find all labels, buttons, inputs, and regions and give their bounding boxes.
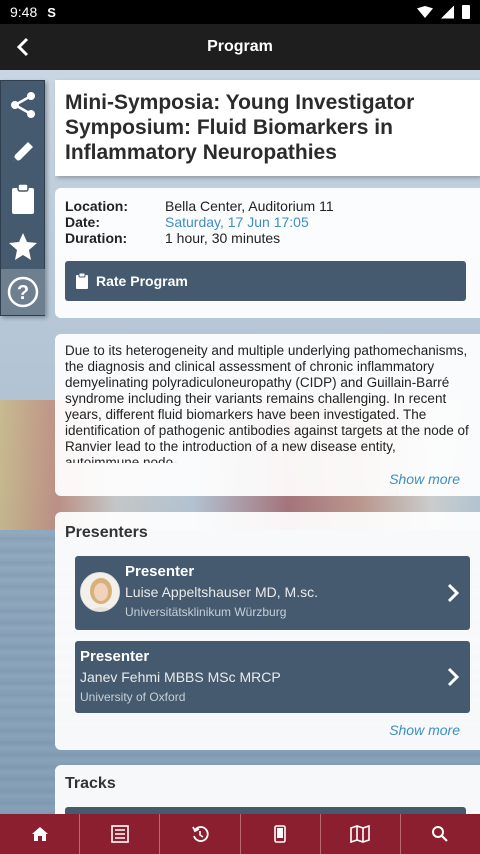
presenter-role: Presenter — [80, 648, 150, 665]
presenter-name: Janev Fehmi MBBS MSc MRCP — [80, 669, 281, 685]
app-bar: Program — [0, 24, 480, 70]
search-icon — [432, 826, 449, 842]
share-button[interactable] — [1, 81, 45, 128]
presenters-heading: Presenters — [65, 524, 148, 541]
app-notification-icon: S — [47, 4, 56, 20]
nav-home-button[interactable] — [0, 814, 81, 854]
tracks-heading: Tracks — [65, 775, 116, 792]
home-icon — [31, 827, 48, 841]
page-title: Program — [207, 38, 273, 55]
clipboard-button[interactable] — [1, 175, 45, 222]
session-title-card: Mini-Symposia: Young Investigator Sympos… — [55, 80, 480, 176]
wifi-icon — [417, 6, 433, 18]
duration-row: Duration: 1 hour, 30 minutes — [65, 230, 470, 246]
chevron-right-icon — [447, 667, 460, 687]
svg-text:?: ? — [16, 282, 28, 304]
session-info-card: Location: Bella Center, Auditorium 11 Da… — [55, 188, 480, 318]
clipboard-icon — [76, 272, 88, 289]
nav-history-button[interactable] — [160, 814, 241, 854]
presenter-item[interactable]: Presenter Luise Appeltshauser MD, M.sc. … — [75, 556, 470, 630]
location-row: Location: Bella Center, Auditorium 11 — [65, 198, 470, 214]
duration-label: Duration: — [65, 230, 128, 246]
star-icon — [8, 232, 37, 260]
nav-map-button[interactable] — [321, 814, 401, 854]
session-description: Due to its heterogeneity and multiple un… — [65, 343, 469, 463]
battery-icon — [462, 5, 470, 19]
action-sidebar: ? — [0, 80, 45, 316]
help-icon: ? — [7, 276, 38, 308]
history-icon — [192, 826, 209, 842]
presenters-card: Presenters Presenter Luise Appeltshauser… — [55, 512, 480, 750]
nav-mobile-button[interactable] — [241, 814, 321, 854]
rate-program-button[interactable]: Rate Program — [65, 261, 466, 301]
agenda-icon — [110, 825, 129, 843]
signal-icon — [441, 5, 454, 19]
date-row: Date: Saturday, 17 Jun 17:05 — [65, 214, 470, 230]
rate-program-label: Rate Program — [96, 273, 188, 289]
location-label: Location: — [65, 198, 128, 214]
presenter-institution: University of Oxford — [80, 690, 186, 704]
clipboard-icon — [11, 182, 34, 214]
presenter-name: Luise Appeltshauser MD, M.sc. — [125, 584, 318, 600]
presenter-institution: Universitätsklinikum Würzburg — [125, 605, 287, 619]
status-time: 9:48 — [10, 4, 38, 20]
chevron-left-icon — [16, 37, 29, 57]
share-icon — [10, 91, 35, 118]
date-link[interactable]: Saturday, 17 Jun 17:05 — [165, 214, 309, 230]
presenter-item[interactable]: Presenter Janev Fehmi MBBS MSc MRCP Univ… — [75, 641, 470, 713]
session-title: Mini-Symposia: Young Investigator Sympos… — [65, 91, 415, 164]
presenter-role: Presenter — [125, 563, 195, 580]
note-button[interactable] — [1, 128, 45, 175]
pencil-icon — [12, 141, 33, 162]
description-card: Due to its heterogeneity and multiple un… — [55, 334, 480, 496]
presenters-show-more-link[interactable]: Show more — [389, 722, 460, 738]
help-button[interactable]: ? — [0, 269, 45, 315]
location-value: Bella Center, Auditorium 11 — [165, 198, 334, 214]
back-button[interactable] — [10, 33, 36, 61]
date-label: Date: — [65, 214, 101, 230]
bottom-nav — [0, 814, 480, 854]
nav-agenda-button[interactable] — [80, 814, 161, 854]
duration-value: 1 hour, 30 minutes — [165, 230, 281, 246]
nav-search-button[interactable] — [401, 814, 480, 854]
mobile-icon — [274, 825, 286, 843]
favorite-button[interactable] — [1, 222, 45, 269]
chevron-right-icon — [447, 583, 460, 603]
map-icon — [350, 825, 371, 843]
description-show-more-link[interactable]: Show more — [389, 471, 460, 487]
presenter-avatar — [80, 572, 120, 612]
status-bar: 9:48 S — [0, 0, 480, 24]
